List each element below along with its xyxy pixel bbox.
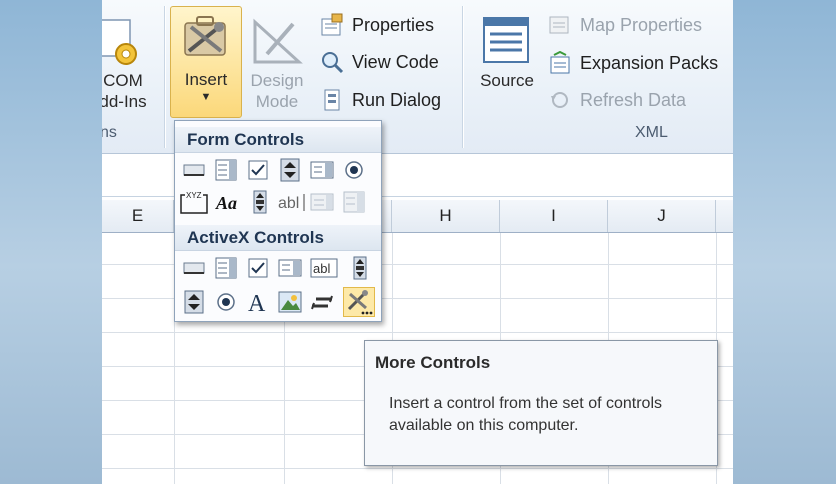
activex-command-button-icon[interactable] <box>181 255 207 281</box>
addins-group-label: ns <box>102 124 117 141</box>
properties-button[interactable]: Properties <box>320 10 434 40</box>
run-dialog-button[interactable]: Run Dialog <box>320 85 441 115</box>
column-header-j[interactable]: J <box>608 200 716 232</box>
svg-text:abl: abl <box>278 195 299 212</box>
form-spin-button-icon[interactable] <box>277 157 303 183</box>
insert-controls-button[interactable]: Insert ▼ <box>170 6 242 118</box>
com-addins-button[interactable]: COM dd-Ins <box>102 14 148 112</box>
column-header-h[interactable]: H <box>392 200 500 232</box>
form-scroll-bar-icon[interactable] <box>247 189 273 215</box>
form-check-box-icon[interactable] <box>245 157 271 183</box>
properties-label: Properties <box>352 14 435 35</box>
insert-label: Insert <box>184 70 228 89</box>
column-header-e[interactable]: E <box>102 200 174 232</box>
activex-label-icon[interactable]: A <box>245 289 271 315</box>
expansion-packs-label: Expansion Packs <box>580 52 719 73</box>
more-controls-tooltip: More Controls Insert a control from the … <box>364 340 718 466</box>
activex-image-icon[interactable] <box>277 289 303 315</box>
com-addins-label-1: COM <box>103 71 143 90</box>
excel-window: COM dd-Ins ns Insert ▼ Design Mode Prope… <box>102 0 733 484</box>
properties-icon <box>320 13 344 37</box>
svg-text:Aa: Aa <box>215 193 237 213</box>
expansion-packs-icon <box>548 50 572 75</box>
xml-source-button[interactable]: Source <box>474 14 540 91</box>
row-divider <box>102 332 733 333</box>
activex-list-box-icon[interactable] <box>277 255 303 281</box>
form-button-icon[interactable] <box>181 157 207 183</box>
svg-text:A: A <box>248 291 266 315</box>
com-addins-icon <box>102 14 148 70</box>
form-list-box-icon[interactable] <box>309 157 335 183</box>
view-code-icon <box>320 50 344 74</box>
map-properties-icon <box>548 13 572 37</box>
activex-combo-box-icon[interactable] <box>213 255 239 281</box>
run-dialog-icon <box>320 88 344 112</box>
run-dialog-label: Run Dialog <box>352 89 442 110</box>
design-mode-button[interactable]: Design Mode <box>245 14 309 112</box>
design-mode-label-1: Design <box>250 71 304 90</box>
column-header-i[interactable]: I <box>500 200 608 232</box>
form-group-box-icon[interactable]: XYZ <box>179 189 209 215</box>
form-option-button-icon[interactable] <box>341 157 367 183</box>
view-code-button[interactable]: View Code <box>320 47 439 77</box>
form-combo-dropdown-edit-icon[interactable] <box>341 189 367 215</box>
form-combo-box-icon[interactable] <box>213 157 239 183</box>
expansion-packs-button[interactable]: Expansion Packs <box>548 48 718 78</box>
activex-option-button-icon[interactable] <box>213 289 239 315</box>
insert-controls-menu: Form Controls XYZ Aa abl ActiveX Control… <box>174 120 382 322</box>
activex-controls-header: ActiveX Controls <box>175 225 381 251</box>
map-properties-button[interactable]: Map Properties <box>548 10 702 40</box>
activex-toggle-button-icon[interactable] <box>309 289 335 315</box>
form-combo-list-edit-icon[interactable] <box>309 189 335 215</box>
tooltip-title: More Controls <box>375 353 491 372</box>
xml-group-label: XML <box>635 124 668 141</box>
svg-text:XYZ: XYZ <box>186 191 202 200</box>
row-divider <box>102 468 733 469</box>
activex-check-box-icon[interactable] <box>245 255 271 281</box>
form-controls-header: Form Controls <box>175 127 381 153</box>
toolbox-icon <box>171 7 241 69</box>
activex-text-box-icon[interactable]: abl <box>309 255 339 281</box>
refresh-data-icon <box>548 88 572 112</box>
svg-text:abl: abl <box>313 261 330 276</box>
form-label-icon[interactable]: Aa <box>215 189 241 215</box>
xml-source-icon <box>474 14 540 70</box>
design-mode-icon <box>245 14 309 70</box>
group-separator <box>164 6 165 148</box>
refresh-data-button[interactable]: Refresh Data <box>548 85 686 115</box>
map-properties-label: Map Properties <box>580 14 703 35</box>
more-controls-icon[interactable] <box>343 287 375 317</box>
group-separator <box>462 6 463 148</box>
form-text-field-icon[interactable]: abl <box>277 189 307 215</box>
tooltip-body: Insert a control from the set of control… <box>389 395 663 434</box>
refresh-data-label: Refresh Data <box>580 89 687 110</box>
design-mode-label-2: Mode <box>255 92 299 111</box>
chevron-down-icon: ▼ <box>200 91 212 103</box>
view-code-label: View Code <box>352 51 439 72</box>
xml-source-label: Source <box>480 71 534 90</box>
com-addins-label-2: dd-Ins <box>102 92 147 111</box>
activex-spin-button-icon[interactable] <box>181 289 207 315</box>
activex-scroll-bar-icon[interactable] <box>347 255 373 281</box>
